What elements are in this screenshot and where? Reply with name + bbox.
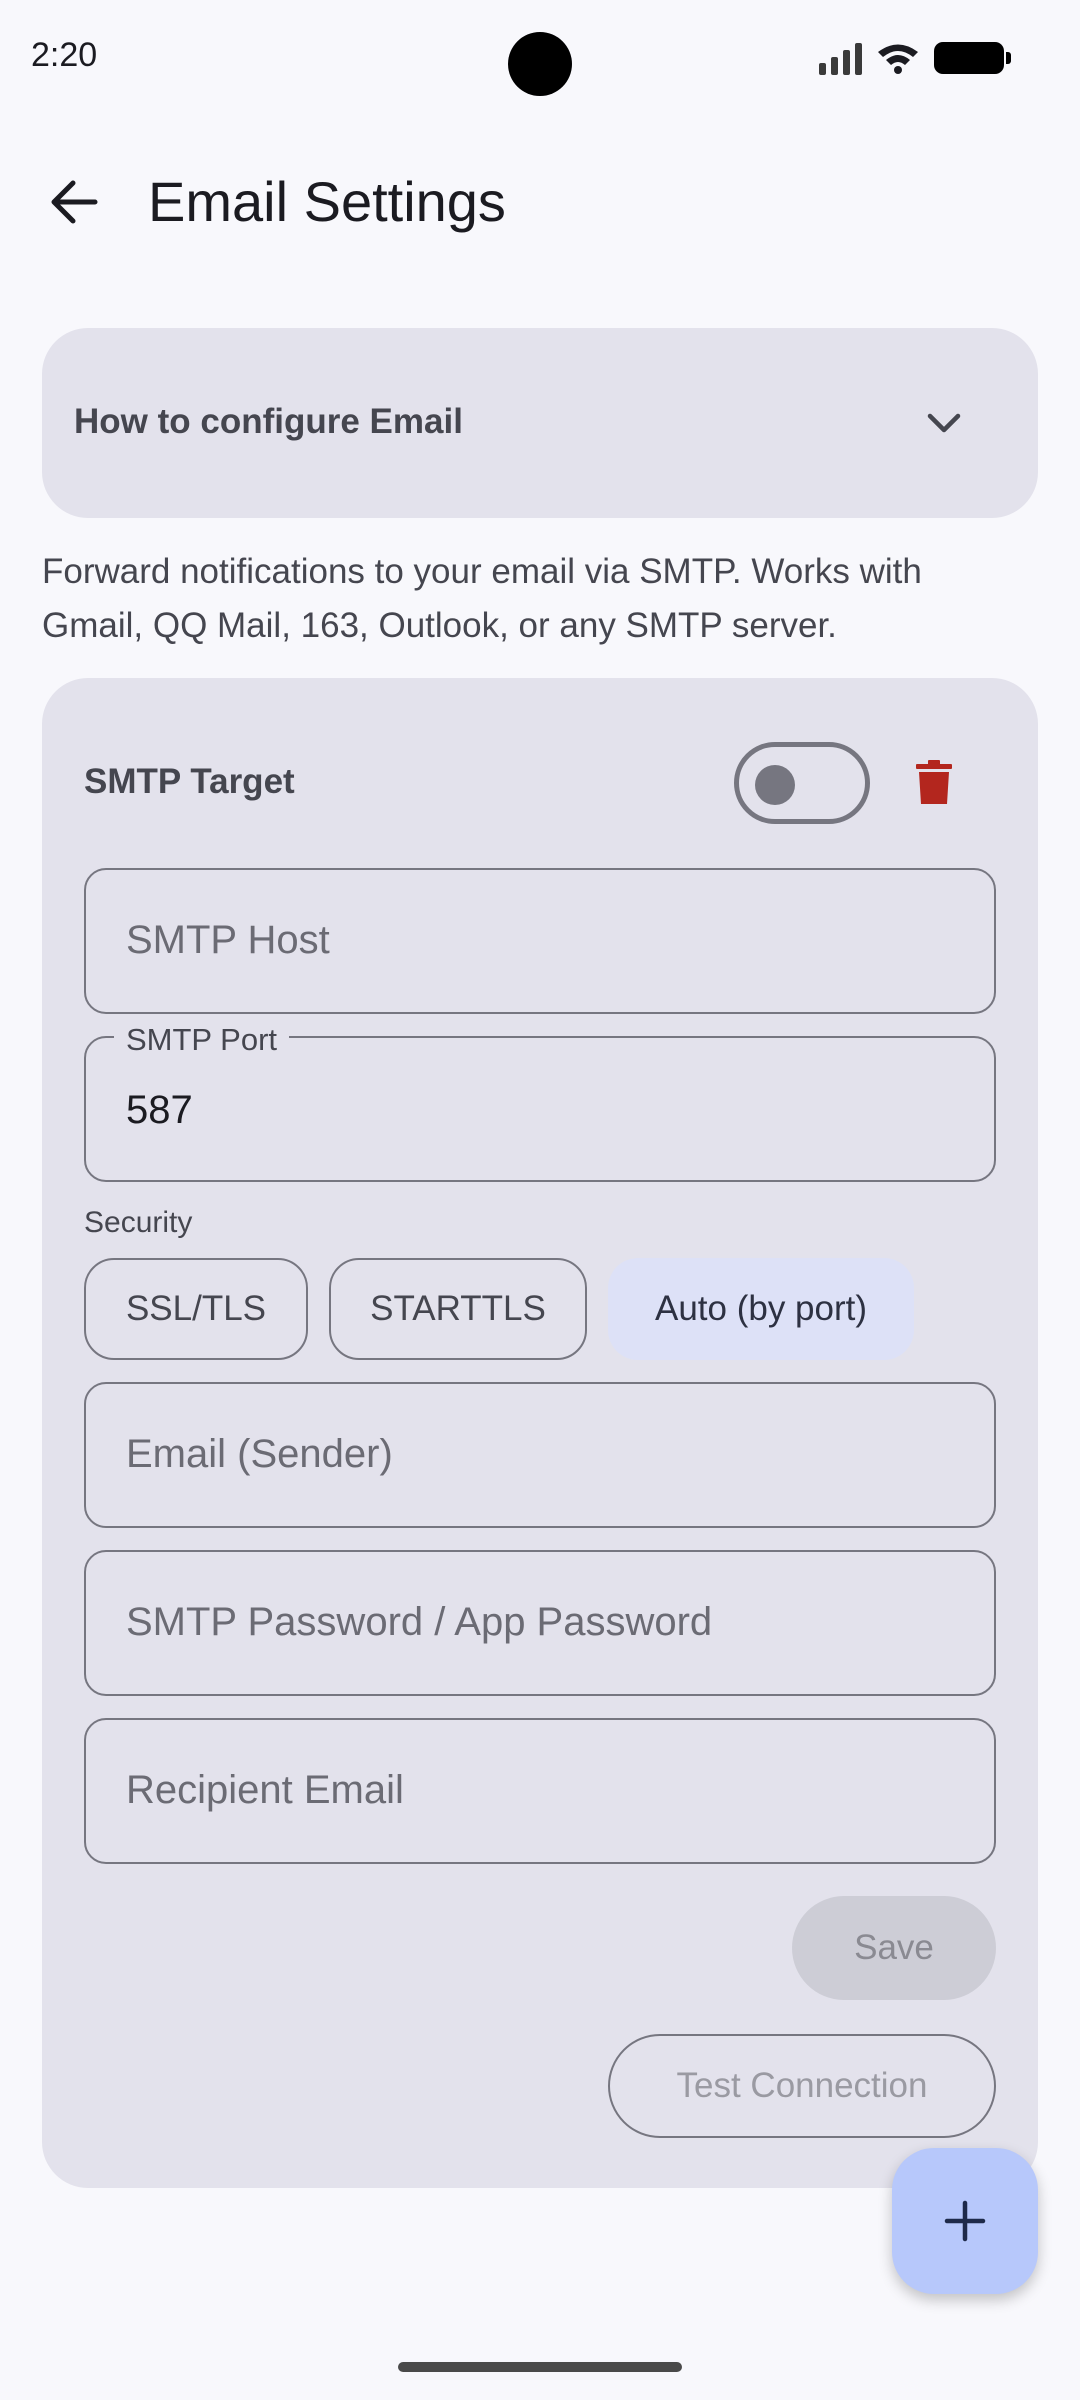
chip-starttls[interactable]: STARTTLS — [329, 1258, 587, 1360]
chip-ssl-tls[interactable]: SSL/TLS — [84, 1258, 308, 1360]
chevron-down-icon[interactable] — [922, 404, 966, 444]
save-button[interactable]: Save — [792, 1896, 996, 2000]
add-target-fab[interactable] — [892, 2148, 1038, 2294]
switch-thumb — [755, 765, 795, 805]
screen: 2:20 Email Settings How to configure Ema… — [0, 0, 1080, 2400]
smtp-port-field[interactable]: SMTP Port 587 — [84, 1022, 996, 1182]
smtp-port-value: 587 — [126, 1088, 193, 1132]
chip-auto-by-port[interactable]: Auto (by port) — [608, 1258, 914, 1360]
home-indicator[interactable] — [398, 2362, 682, 2372]
intro-text: Forward notifications to your email via … — [42, 552, 922, 645]
battery-icon — [934, 42, 1011, 74]
help-title: How to configure Email — [74, 402, 463, 441]
back-button[interactable] — [40, 168, 108, 236]
trash-icon — [916, 760, 952, 804]
enable-switch[interactable] — [734, 742, 870, 824]
smtp-port-label: SMTP Port — [114, 1022, 290, 1058]
status-time: 2:20 — [31, 36, 98, 74]
target-label: SMTP Target — [84, 762, 295, 801]
recipient-email-placeholder: Recipient Email — [126, 1768, 404, 1812]
test-connection-button[interactable]: Test Connection — [608, 2034, 996, 2138]
smtp-password-placeholder: SMTP Password / App Password — [126, 1600, 713, 1644]
signal-icon — [819, 41, 862, 75]
page-title: Email Settings — [148, 170, 506, 233]
smtp-host-field[interactable]: SMTP Host — [84, 868, 996, 1014]
camera-cutout — [508, 32, 572, 96]
plus-icon — [944, 2200, 986, 2242]
security-label: Security — [84, 1206, 193, 1239]
status-icons — [819, 38, 1011, 78]
smtp-host-placeholder: SMTP Host — [126, 918, 330, 962]
wifi-icon — [878, 44, 918, 74]
arrow-back-icon — [51, 180, 98, 224]
sender-email-placeholder: Email (Sender) — [126, 1432, 393, 1476]
sender-email-field[interactable]: Email (Sender) — [84, 1382, 996, 1528]
recipient-email-field[interactable]: Recipient Email — [84, 1718, 996, 1864]
delete-button[interactable] — [906, 754, 962, 810]
smtp-password-field[interactable]: SMTP Password / App Password — [84, 1550, 996, 1696]
